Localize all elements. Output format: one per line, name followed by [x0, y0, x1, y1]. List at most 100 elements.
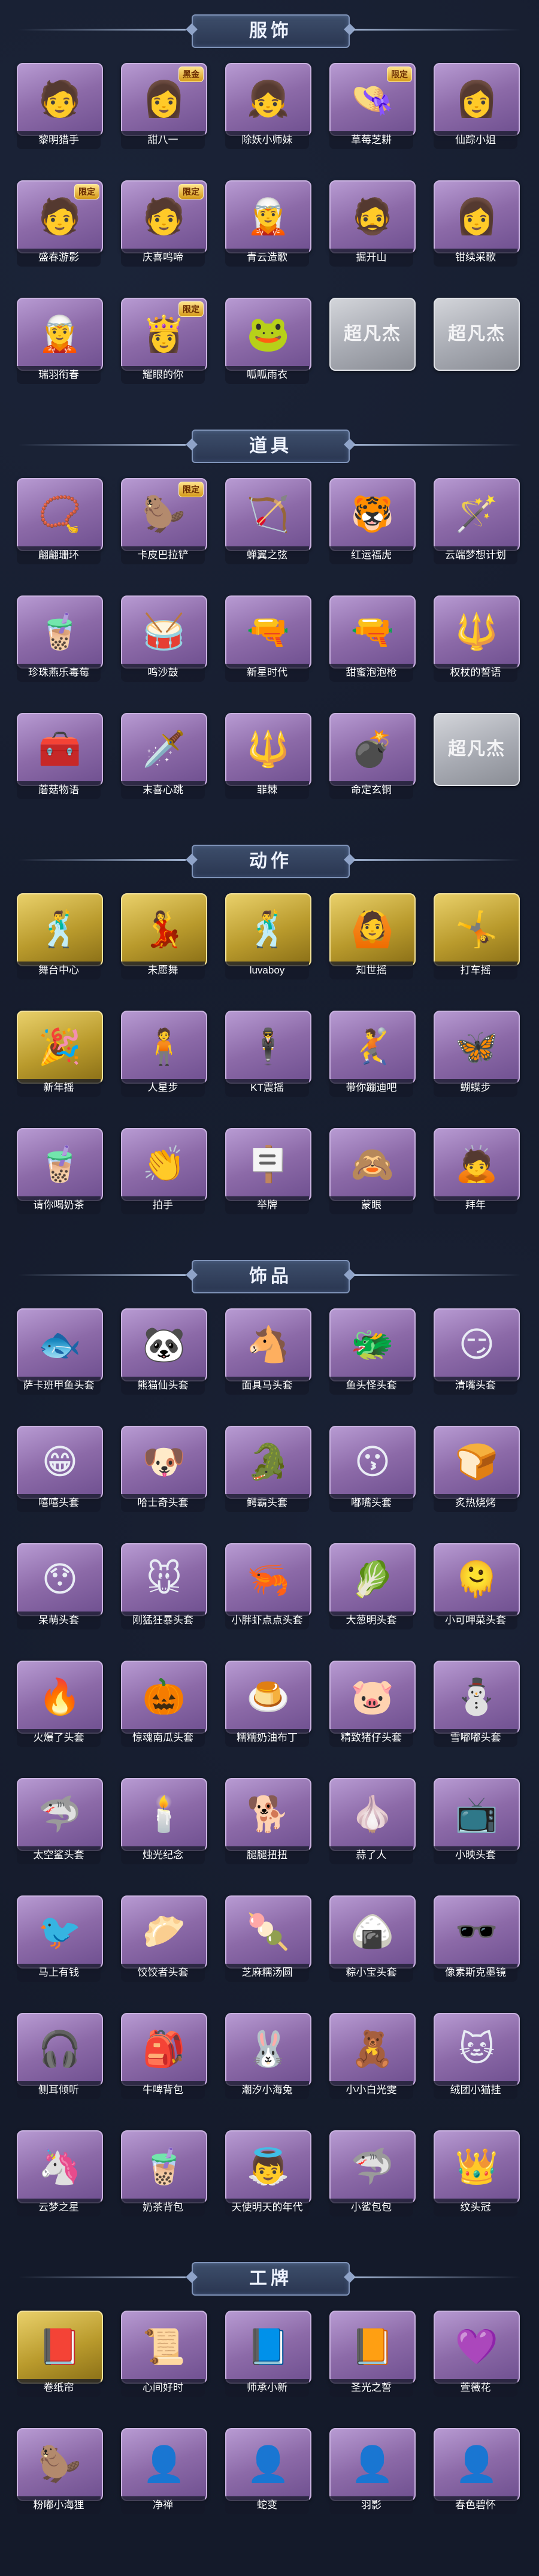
item-tile[interactable]: 🔫 甜蜜泡泡枪 — [329, 595, 416, 685]
item-tile[interactable]: 🐟 萨卡班甲鱼头套 — [17, 1308, 103, 1398]
item-card[interactable]: 🍙 — [329, 1895, 416, 1969]
item-tile[interactable]: 🧍 人星步 — [121, 1011, 207, 1100]
item-card[interactable]: 🥬 — [329, 1543, 416, 1616]
item-tile[interactable]: 👤 春色碧怀 — [434, 2428, 520, 2518]
item-tile[interactable]: 🍮 糯糯奶油布丁 — [225, 1661, 311, 1750]
item-card[interactable]: 📺 — [434, 1778, 520, 1851]
item-card[interactable]: 🐰 — [225, 2013, 311, 2086]
item-tile[interactable]: 💜 萱薇花 — [434, 2311, 520, 2400]
item-tile[interactable]: 🦈 太空鲨头套 — [17, 1778, 103, 1868]
item-tile[interactable]: 🗡️ 末喜心跳 — [121, 713, 207, 803]
item-tile[interactable]: 🎧 侧耳倾听 — [17, 2013, 103, 2103]
item-tile[interactable]: 🐯 红运福虎 — [329, 478, 416, 568]
item-tile[interactable]: 👤 净禅 — [121, 2428, 207, 2518]
item-tile[interactable]: 📺 小映头套 — [434, 1778, 520, 1868]
item-card[interactable]: 😁 — [17, 1426, 103, 1499]
item-card[interactable]: 🏹 — [225, 478, 311, 551]
item-card[interactable]: 🕶️ — [434, 1895, 520, 1969]
item-tile[interactable]: 🥬 大葱明头套 — [329, 1543, 416, 1633]
item-tile[interactable]: 💣 命定玄铜 — [329, 713, 416, 803]
item-card[interactable]: 📙 — [329, 2311, 416, 2384]
item-card[interactable]: 🙇 — [434, 1128, 520, 1201]
item-tile[interactable]: 🐼 熊猫仙头套 — [121, 1308, 207, 1398]
item-card[interactable]: 👩 黑金 — [121, 63, 207, 136]
item-tile[interactable]: 🕴️ KT震摇 — [225, 1011, 311, 1100]
item-card[interactable]: 🙆 — [329, 893, 416, 966]
item-card[interactable]: 🤾 — [329, 1011, 416, 1084]
item-card[interactable]: 🧰 — [17, 713, 103, 786]
item-card[interactable]: 📜 — [121, 2311, 207, 2384]
item-card[interactable]: 🕺 — [225, 893, 311, 966]
item-card[interactable]: 🕯️ — [121, 1778, 207, 1851]
item-tile[interactable]: 👸 限定 耀眼的你 — [121, 298, 207, 388]
item-card[interactable]: 🧋 — [17, 1128, 103, 1201]
item-card[interactable]: 👤 — [225, 2428, 311, 2501]
item-tile[interactable]: 🦋 蝴蝶步 — [434, 1011, 520, 1100]
item-card[interactable]: 🐦 — [17, 1895, 103, 1969]
item-tile[interactable]: 📘 师承小新 — [225, 2311, 311, 2400]
item-card[interactable]: 🧝 — [225, 180, 311, 253]
item-tile[interactable]: 🍙 粽小宝头套 — [329, 1895, 416, 1985]
item-card[interactable]: 🪄 — [434, 478, 520, 551]
item-card[interactable]: 🤸 — [434, 893, 520, 966]
item-card[interactable]: 🦄 — [17, 2130, 103, 2203]
item-card[interactable]: 😗 — [329, 1426, 416, 1499]
item-card[interactable]: 👑 — [434, 2130, 520, 2203]
item-tile[interactable]: 🤾 带你蹦迪吧 — [329, 1011, 416, 1100]
item-card[interactable]: 🧑 限定 — [17, 180, 103, 253]
item-card[interactable]: 🐷 — [329, 1661, 416, 1734]
item-tile[interactable]: 👤 蛇变 — [225, 2428, 311, 2518]
item-card[interactable]: 🧝 — [17, 298, 103, 371]
item-card[interactable]: 🐴 — [225, 1308, 311, 1381]
item-card[interactable]: 💣 — [329, 713, 416, 786]
item-tile[interactable]: 🐲 鱼头怪头套 — [329, 1308, 416, 1398]
item-card[interactable]: 🐼 — [121, 1308, 207, 1381]
item-card[interactable]: 🕴️ — [225, 1011, 311, 1084]
item-card[interactable]: 🎉 — [17, 1011, 103, 1084]
item-tile[interactable]: 🤸 打车摇 — [434, 893, 520, 983]
item-tile[interactable]: 🥁 鸣沙鼓 — [121, 595, 207, 685]
item-tile[interactable]: 👧 除妖小师妹 — [225, 63, 311, 153]
item-card[interactable]: 🔫 — [329, 595, 416, 669]
item-tile[interactable]: 📜 心间好时 — [121, 2311, 207, 2400]
item-tile[interactable]: 🫠 小可呷菜头套 — [434, 1543, 520, 1633]
item-tile[interactable]: 👩 黑金 甜八一 — [121, 63, 207, 153]
item-card[interactable]: 👼 — [225, 2130, 311, 2203]
item-tile[interactable]: 📕 卷纸帘 — [17, 2311, 103, 2400]
item-tile[interactable]: 🍡 芝麻糯汤圆 — [225, 1895, 311, 1985]
item-tile[interactable]: 🐰 潮汐小海兔 — [225, 2013, 311, 2103]
item-card[interactable]: 🍮 — [225, 1661, 311, 1734]
item-card[interactable]: 🐕 — [225, 1778, 311, 1851]
item-card[interactable]: 🦈 — [329, 2130, 416, 2203]
item-card[interactable]: 📕 — [17, 2311, 103, 2384]
item-card[interactable]: 🍞 — [434, 1426, 520, 1499]
item-tile[interactable]: 🧝 青云造歌 — [225, 180, 311, 270]
item-card[interactable]: 🕺 — [17, 893, 103, 966]
item-card[interactable]: 🔥 — [17, 1661, 103, 1734]
item-tile[interactable]: 🔱 罪棘 — [225, 713, 311, 803]
item-tile[interactable]: 🕺 luvaboy — [225, 893, 311, 983]
item-card[interactable]: 🧸 — [329, 2013, 416, 2086]
item-tile[interactable]: 超凡杰 — [434, 298, 520, 388]
item-tile[interactable]: 🐦 马上有钱 — [17, 1895, 103, 1985]
item-tile[interactable]: 🎒 牛啤背包 — [121, 2013, 207, 2103]
item-tile[interactable]: 👏 拍手 — [121, 1128, 207, 1218]
item-tile[interactable]: 超凡杰 — [434, 713, 520, 803]
item-tile[interactable]: 🔥 火爆了头套 — [17, 1661, 103, 1750]
item-card[interactable]: 🧄 — [329, 1778, 416, 1851]
item-tile[interactable]: 🦈 小鲨包包 — [329, 2130, 416, 2220]
item-tile[interactable]: 🐱 绒团小猫挂 — [434, 2013, 520, 2103]
item-tile[interactable]: 🧑 黎明猎手 — [17, 63, 103, 153]
item-tile[interactable]: 🙇 拜年 — [434, 1128, 520, 1218]
item-tile[interactable]: 📿 翩翩珊环 — [17, 478, 103, 568]
item-card[interactable]: 👤 — [329, 2428, 416, 2501]
item-card[interactable]: 🧑 限定 — [121, 180, 207, 253]
item-tile[interactable]: 🧝 瑞羽衔春 — [17, 298, 103, 388]
item-card[interactable]: 🐯 — [329, 478, 416, 551]
item-card[interactable]: 🙈 — [329, 1128, 416, 1201]
item-tile[interactable]: 🕺 舞台中心 — [17, 893, 103, 983]
item-tile[interactable]: 😁 嘻嘻头套 — [17, 1426, 103, 1516]
item-tile[interactable]: 🙈 蒙眼 — [329, 1128, 416, 1218]
item-tile[interactable]: 👩 钳续采歌 — [434, 180, 520, 270]
item-tile[interactable]: 🐷 精致猪仔头套 — [329, 1661, 416, 1750]
